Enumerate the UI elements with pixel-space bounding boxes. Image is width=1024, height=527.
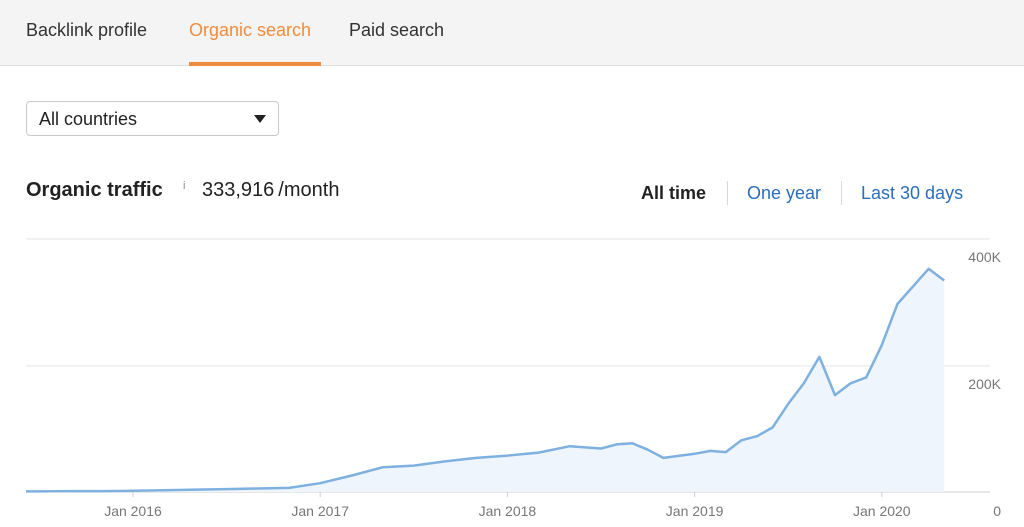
country-select-value: All countries xyxy=(39,109,138,129)
range-all-time[interactable]: All time xyxy=(641,183,706,204)
caret-down-icon xyxy=(254,115,266,123)
traffic-number: 333,916 xyxy=(202,179,275,201)
x-tick-label: Jan 2017 xyxy=(291,503,349,519)
active-tab-indicator xyxy=(189,62,321,66)
tab-backlink-profile[interactable]: Backlink profile xyxy=(26,20,147,41)
range-one-year[interactable]: One year xyxy=(747,183,821,204)
x-tick-label: Jan 2016 xyxy=(104,503,162,519)
x-tick-label: Jan 2018 xyxy=(479,503,537,519)
tab-bar: Backlink profile Organic search Paid sea… xyxy=(0,0,1024,66)
range-divider xyxy=(841,181,842,205)
tab-organic-search[interactable]: Organic search xyxy=(189,20,311,41)
y-tick-label: 400K xyxy=(968,249,1001,265)
tab-paid-search[interactable]: Paid search xyxy=(349,20,444,41)
range-divider xyxy=(727,181,728,205)
organic-traffic-title: Organic traffic xyxy=(26,179,163,201)
x-tick-label: Jan 2020 xyxy=(853,503,911,519)
organic-traffic-chart: Jan 2016 Jan 2017 Jan 2018 Jan 2019 Jan 2020… xyxy=(26,238,1002,519)
y-tick-label: 200K xyxy=(968,376,1001,392)
info-icon[interactable]: i xyxy=(183,180,185,192)
organic-traffic-value: 333,916/month xyxy=(202,179,339,202)
range-last-30-days[interactable]: Last 30 days xyxy=(861,183,963,204)
country-select[interactable]: All countries xyxy=(26,101,279,136)
traffic-unit: /month xyxy=(278,179,340,201)
y-tick-label: 0 xyxy=(993,503,1001,519)
x-tick-label: Jan 2019 xyxy=(666,503,724,519)
